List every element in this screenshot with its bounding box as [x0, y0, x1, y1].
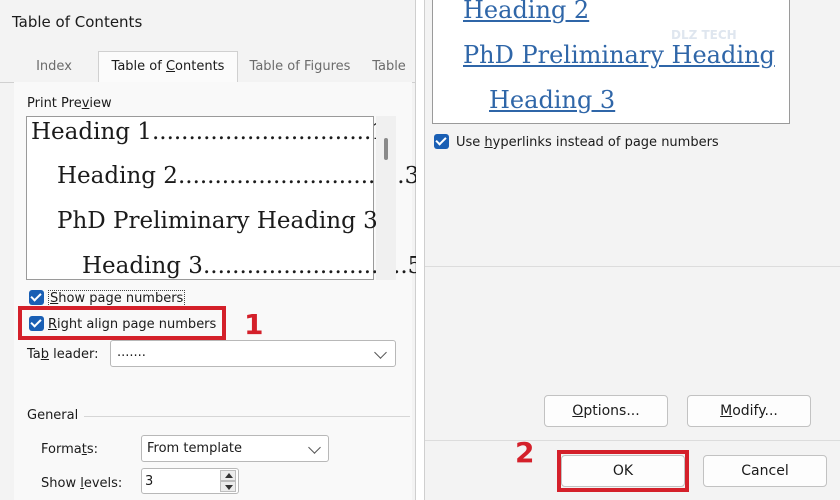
tab-table-of-contents[interactable]: Table of Contents [98, 51, 238, 84]
toc-dialog-right: Heading 2 PhD Preliminary Heading Headin… [424, 0, 840, 500]
preview-heading-2: Heading 2...............................… [57, 163, 420, 189]
web-preview-phd-heading[interactable]: PhD Preliminary Heading [463, 41, 775, 69]
arrow-up-icon [225, 473, 233, 478]
step-2-marker: 2 [515, 436, 535, 469]
web-preview-box: Heading 2 PhD Preliminary Heading Headin… [432, 0, 790, 124]
show-levels-value: 3 [145, 474, 154, 489]
show-page-numbers-checkbox[interactable] [29, 290, 44, 305]
scrollbar-thumb[interactable] [384, 138, 388, 160]
general-divider [84, 416, 410, 417]
formats-select[interactable]: From template [141, 435, 329, 462]
general-label: General [27, 408, 79, 423]
preview-heading-3: Heading 3............................5 [82, 253, 423, 279]
chevron-down-icon [308, 441, 321, 454]
print-preview-label: Print Preview [27, 96, 112, 111]
dialog-title: Table of Contents [12, 13, 143, 31]
chevron-down-icon [374, 346, 387, 359]
preview-phd-heading: PhD Preliminary Heading 3 [57, 208, 378, 234]
formats-label: Formats: [41, 442, 98, 457]
options-button[interactable]: Options... [544, 395, 668, 427]
panel-gap [416, 0, 424, 500]
tab-table-of-figures[interactable]: Table of Figures [238, 52, 362, 82]
formats-value: From template [147, 441, 243, 456]
print-preview-box: Heading 1..............................1… [26, 116, 422, 280]
tab-leader-label: Tab leader: [27, 347, 99, 362]
use-hyperlinks-checkbox[interactable] [434, 134, 449, 149]
web-preview-heading-2[interactable]: Heading 2 [463, 0, 589, 24]
preview-heading-1: Heading 1..............................1 [31, 119, 386, 145]
tab-leader-select[interactable]: ....... [110, 340, 396, 367]
show-levels-stepper[interactable]: 3 [141, 468, 239, 494]
watermark: DLZ TECH [671, 28, 737, 42]
tab-index[interactable]: Index [10, 52, 98, 82]
tab-leader-value: ....... [117, 345, 146, 360]
section-divider [425, 266, 840, 267]
stepper-up-button[interactable] [220, 470, 236, 481]
cancel-button[interactable]: Cancel [703, 455, 827, 487]
modify-button[interactable]: Modify... [687, 395, 811, 427]
stepper-down-button[interactable] [220, 481, 236, 492]
highlight-box-right-align [18, 306, 226, 340]
show-levels-label: Show levels: [41, 476, 123, 491]
web-preview-heading-3[interactable]: Heading 3 [489, 86, 615, 114]
preview-scrollbar[interactable] [376, 116, 396, 280]
arrow-down-icon [225, 485, 233, 490]
step-1-marker: 1 [244, 308, 264, 341]
highlight-box-ok [557, 450, 689, 492]
use-hyperlinks-label: Use hyperlinks instead of page numbers [456, 135, 719, 150]
tab-table-of-authorities[interactable]: Table [362, 52, 416, 82]
toc-dialog-left: Table of Contents Index Table of Content… [0, 0, 422, 500]
show-page-numbers-label: Show page numbers [48, 290, 186, 307]
footer-divider [425, 440, 840, 441]
tab-strip: Index Table of Contents Table of Figures… [0, 42, 416, 84]
